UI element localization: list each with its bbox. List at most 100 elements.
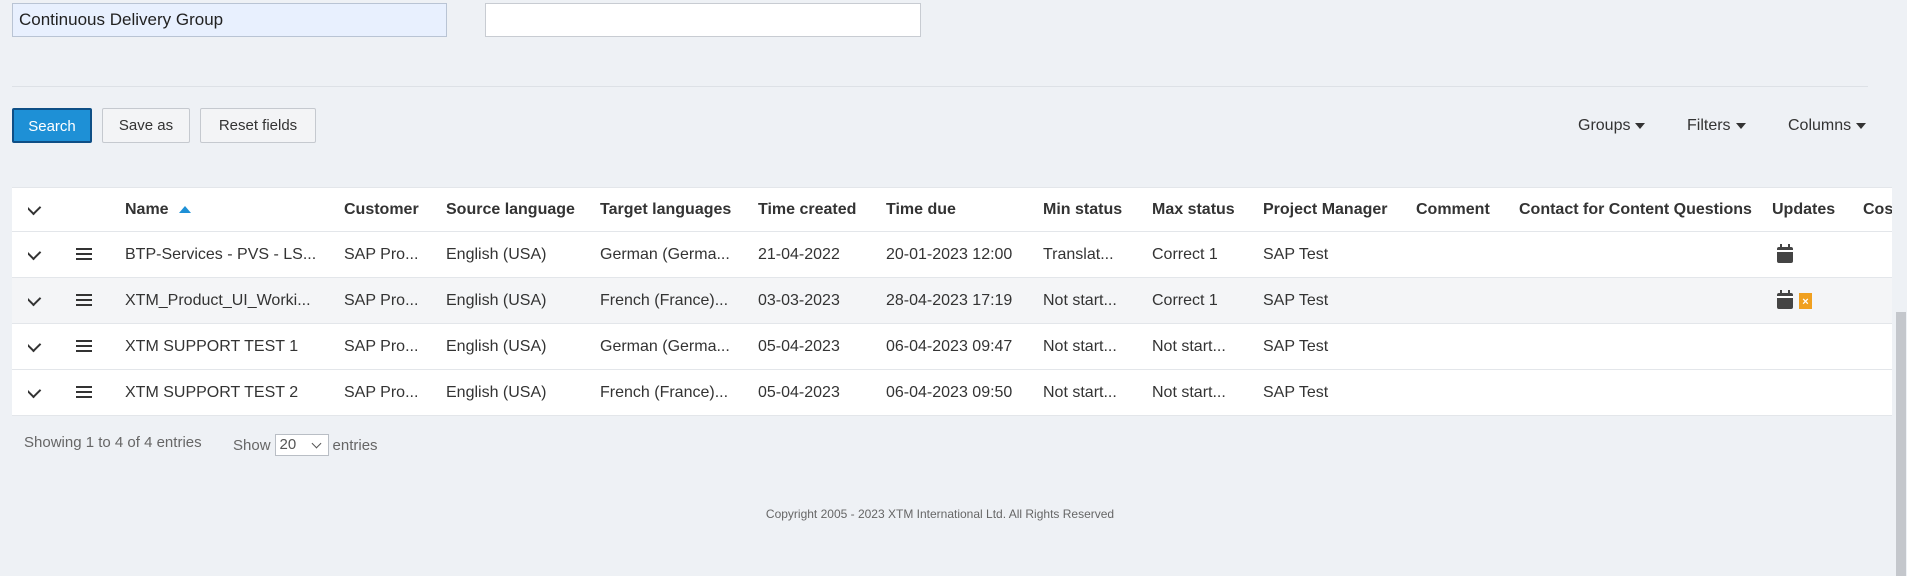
scrollbar-thumb[interactable] (1896, 312, 1906, 576)
entries-label: entries (332, 436, 378, 454)
column-header-comment[interactable]: Comment (1416, 188, 1516, 231)
calendar-icon[interactable] (1777, 289, 1793, 309)
caret-down-icon (1635, 122, 1646, 129)
cell-customer: SAP Pro... (344, 383, 419, 401)
cell-updates: × (1777, 278, 1857, 323)
save-as-button[interactable]: Save as (102, 108, 190, 143)
cell-project-manager: SAP Test (1263, 337, 1329, 355)
menu-icon (76, 386, 92, 399)
row-expand-toggle[interactable] (28, 324, 52, 369)
cell-time-created: 21-04-2022 (758, 245, 840, 263)
cell-project-manager: SAP Test (1263, 245, 1329, 263)
cell-source-language: English (USA) (446, 291, 547, 309)
search-button[interactable]: Search (12, 108, 92, 143)
columns-label: Columns (1788, 117, 1852, 134)
expand-all-toggle[interactable] (28, 188, 52, 231)
menu-icon (76, 340, 92, 353)
page-size-select[interactable]: 20 (274, 434, 329, 456)
cell-name[interactable]: XTM_Product_UI_Worki... (125, 278, 315, 323)
column-header-max-status[interactable]: Max status (1152, 188, 1258, 231)
caret-down-icon (1856, 122, 1867, 129)
cell-name[interactable]: BTP-Services - PVS - LS... (125, 232, 315, 277)
cell-max-status: Not start... (1152, 337, 1226, 355)
cell-time-created: 03-03-2023 (758, 291, 840, 309)
column-header-updates[interactable]: Updates (1772, 188, 1852, 231)
chevron-down-icon (28, 244, 42, 260)
cell-project-manager: SAP Test (1263, 291, 1329, 309)
row-menu-button[interactable] (76, 232, 96, 277)
cell-updates (1777, 232, 1857, 277)
table-row[interactable]: BTP-Services - PVS - LS... SAP Pro... En… (12, 232, 1892, 278)
column-header-time-created[interactable]: Time created (758, 188, 883, 231)
table-row[interactable]: XTM_Product_UI_Worki... SAP Pro... Engli… (12, 278, 1892, 324)
caret-down-icon (1735, 122, 1746, 129)
row-menu-button[interactable] (76, 278, 96, 323)
chevron-down-icon (28, 290, 42, 306)
cell-max-status: Correct 1 (1152, 245, 1218, 263)
cell-project-manager: SAP Test (1263, 383, 1329, 401)
calendar-icon[interactable] (1777, 243, 1793, 263)
reset-fields-button[interactable]: Reset fields (200, 108, 316, 143)
cell-time-created: 05-04-2023 (758, 337, 840, 355)
chevron-down-icon (311, 438, 321, 449)
cell-contact (1519, 370, 1759, 415)
cell-contact (1519, 278, 1759, 323)
row-menu-button[interactable] (76, 324, 96, 369)
cell-comment (1416, 232, 1516, 277)
cell-time-due: 06-04-2023 09:47 (886, 337, 1013, 355)
cell-min-status: Not start... (1043, 291, 1117, 309)
row-expand-toggle[interactable] (28, 370, 52, 415)
cell-min-status: Not start... (1043, 383, 1117, 401)
secondary-input[interactable] (485, 3, 921, 37)
cell-contact (1519, 232, 1759, 277)
cell-target-languages: German (Germa... (600, 337, 730, 355)
row-expand-toggle[interactable] (28, 232, 52, 277)
projects-table: Name Customer Source language Target lan… (12, 187, 1892, 416)
file-error-icon[interactable]: × (1799, 292, 1812, 309)
cell-customer: SAP Pro... (344, 291, 419, 309)
cell-contact (1519, 324, 1759, 369)
groups-dropdown[interactable]: Groups (1578, 117, 1646, 135)
cell-name[interactable]: XTM SUPPORT TEST 2 (125, 370, 315, 415)
pagination-summary: Showing 1 to 4 of 4 entries (24, 434, 202, 451)
column-header-label: Name (125, 200, 169, 218)
cell-time-due: 06-04-2023 09:50 (886, 383, 1013, 401)
row-menu-button[interactable] (76, 370, 96, 415)
column-header-contact[interactable]: Contact for Content Questions (1519, 188, 1759, 231)
column-header-target-languages[interactable]: Target languages (600, 188, 750, 231)
table-row[interactable]: XTM SUPPORT TEST 1 SAP Pro... English (U… (12, 324, 1892, 370)
cell-name[interactable]: XTM SUPPORT TEST 1 (125, 324, 315, 369)
filters-dropdown[interactable]: Filters (1687, 117, 1746, 135)
row-expand-toggle[interactable] (28, 278, 52, 323)
cell-customer: SAP Pro... (344, 245, 419, 263)
column-header-time-due[interactable]: Time due (886, 188, 1036, 231)
menu-icon (76, 248, 92, 261)
cell-target-languages: French (France)... (600, 383, 729, 401)
group-input[interactable] (12, 3, 447, 37)
table-header-row: Name Customer Source language Target lan… (12, 188, 1892, 232)
groups-label: Groups (1578, 117, 1631, 134)
table-row[interactable]: XTM SUPPORT TEST 2 SAP Pro... English (U… (12, 370, 1892, 416)
column-header-name[interactable]: Name (125, 188, 315, 231)
column-header-cost[interactable]: Cos (1863, 188, 1892, 231)
column-header-customer[interactable]: Customer (344, 188, 440, 231)
filters-label: Filters (1687, 117, 1731, 134)
divider (12, 86, 1868, 87)
cell-comment (1416, 278, 1516, 323)
cell-source-language: English (USA) (446, 245, 547, 263)
vertical-scrollbar[interactable] (1893, 0, 1907, 576)
chevron-down-icon (28, 336, 42, 352)
cell-time-due: 28-04-2023 17:19 (886, 291, 1013, 309)
column-header-min-status[interactable]: Min status (1043, 188, 1149, 231)
chevron-down-icon (28, 199, 42, 215)
cell-source-language: English (USA) (446, 383, 547, 401)
columns-dropdown[interactable]: Columns (1788, 117, 1867, 135)
chevron-down-icon (28, 382, 42, 398)
cell-comment (1416, 370, 1516, 415)
cell-max-status: Correct 1 (1152, 291, 1218, 309)
cell-time-due: 20-01-2023 12:00 (886, 245, 1013, 263)
column-header-project-manager[interactable]: Project Manager (1263, 188, 1413, 231)
menu-icon (76, 294, 92, 307)
cell-max-status: Not start... (1152, 383, 1226, 401)
column-header-source-language[interactable]: Source language (446, 188, 596, 231)
